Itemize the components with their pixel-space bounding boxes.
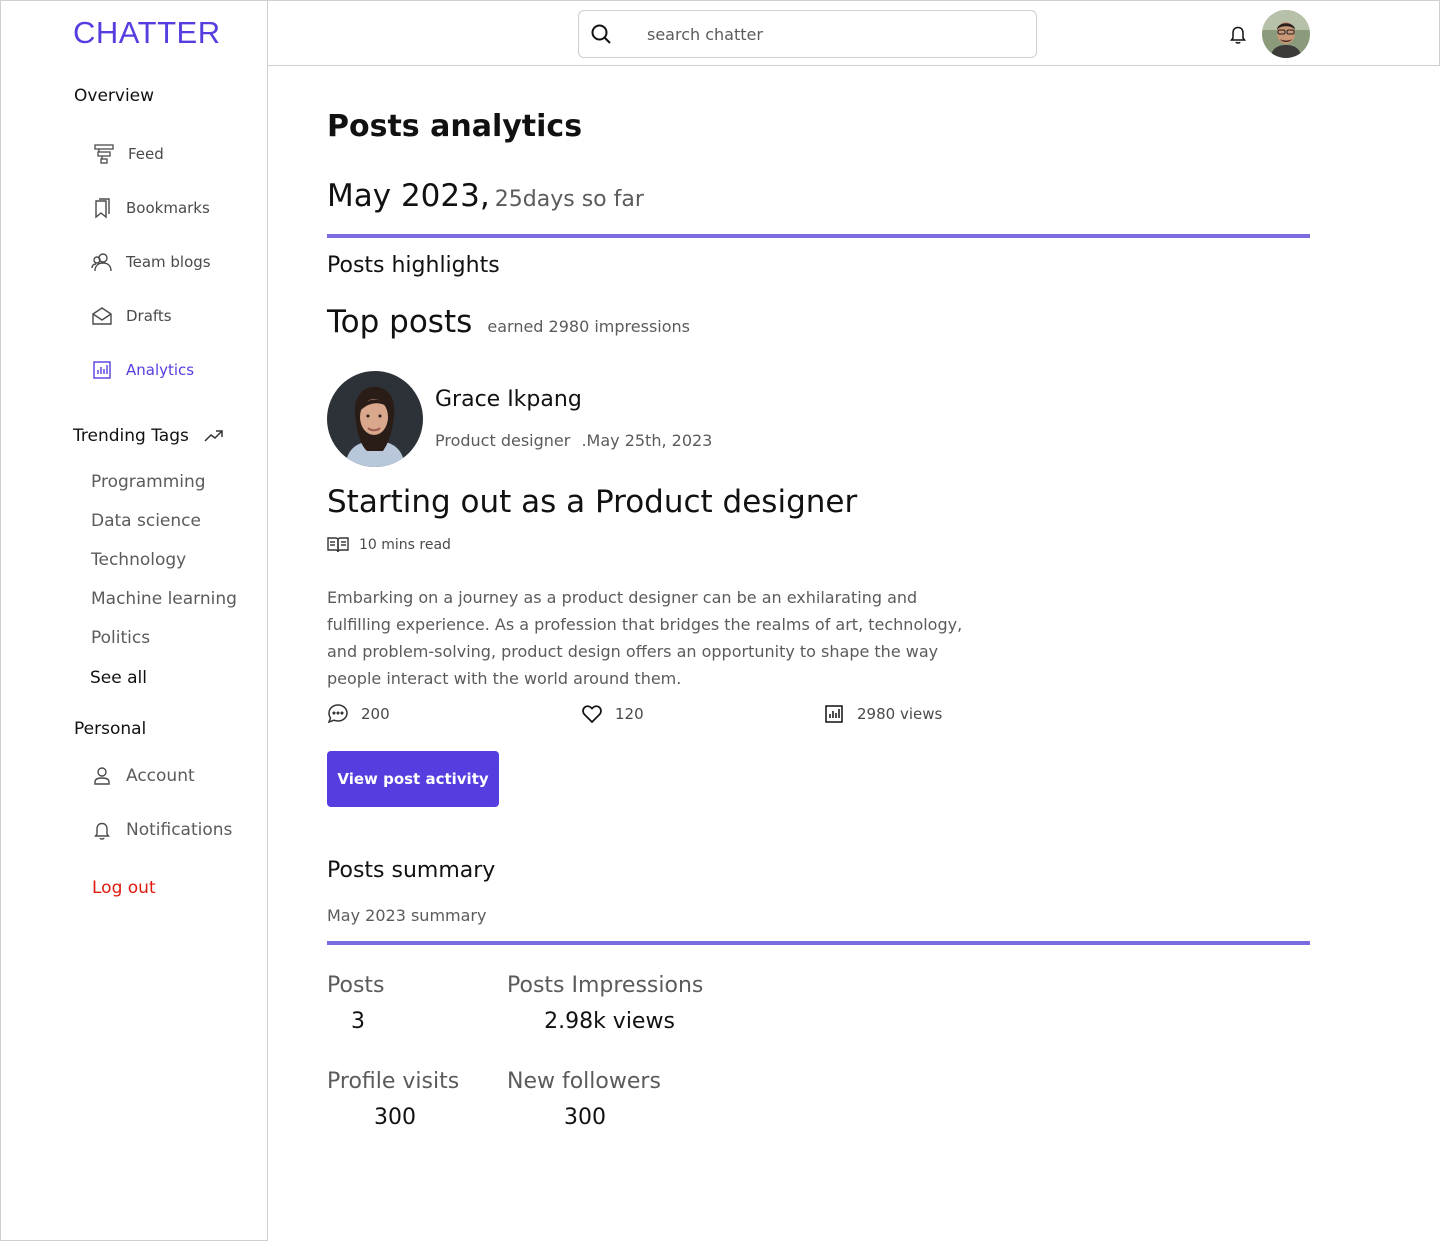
sidebar-item-label: Bookmarks	[126, 199, 210, 217]
feed-icon	[93, 143, 115, 165]
overview-title: Overview	[74, 86, 155, 106]
heart-icon	[581, 703, 603, 725]
sidebar-item-feed[interactable]: Feed	[93, 141, 164, 167]
tag-programming[interactable]: Programming	[91, 472, 206, 492]
top-posts-impressions: earned 2980 impressions	[487, 317, 690, 336]
trending-tags-label: Trending Tags	[73, 426, 189, 446]
sidebar-item-label: Analytics	[126, 361, 195, 379]
posts-summary-title: Posts summary	[327, 858, 496, 883]
search-input[interactable]	[647, 24, 1007, 44]
views-count: 2980 views	[857, 705, 943, 723]
team-icon	[91, 251, 113, 273]
comment-icon	[327, 703, 349, 725]
sidebar-item-account[interactable]: Account	[91, 763, 195, 789]
user-avatar[interactable]	[1262, 10, 1310, 58]
trending-tags-title: Trending Tags	[73, 426, 225, 446]
metric-value-profile-visits: 300	[374, 1105, 416, 1130]
top-posts-heading: Top posts earned 2980 impressions	[327, 304, 690, 340]
period-days-so-far: 25days so far	[494, 187, 644, 212]
logout-link[interactable]: Log out	[92, 878, 156, 898]
comments-stat[interactable]: 200	[327, 703, 390, 725]
divider	[327, 234, 1310, 238]
divider	[327, 941, 1310, 945]
sidebar-item-team-blogs[interactable]: Team blogs	[91, 249, 211, 275]
top-posts-title: Top posts	[327, 304, 473, 340]
metric-label-posts: Posts	[327, 973, 385, 998]
views-stat[interactable]: 2980 views	[823, 703, 942, 725]
read-time-label: 10 mins read	[359, 537, 451, 553]
likes-stat[interactable]: 120	[581, 703, 644, 725]
top-header	[268, 0, 1440, 66]
posts-highlights-title: Posts highlights	[327, 253, 500, 278]
period-month: May 2023,	[327, 178, 490, 214]
sidebar-item-label: Notifications	[126, 820, 233, 840]
user-icon	[91, 765, 113, 787]
sidebar-item-analytics[interactable]: Analytics	[91, 357, 194, 383]
sidebar-item-label: Drafts	[126, 307, 172, 325]
logo[interactable]: CHATTER	[73, 15, 221, 51]
metric-label-new-followers: New followers	[507, 1069, 661, 1094]
tag-data-science[interactable]: Data science	[91, 511, 201, 531]
search-bar[interactable]	[578, 10, 1037, 58]
sidebar-item-label: Account	[126, 766, 195, 786]
post-title[interactable]: Starting out as a Product designer	[327, 484, 857, 520]
metric-label-profile-visits: Profile visits	[327, 1069, 460, 1094]
metric-label-impressions: Posts Impressions	[507, 973, 704, 998]
comments-count: 200	[361, 705, 390, 723]
author-avatar[interactable]	[327, 371, 423, 467]
sidebar: CHATTER Overview Feed Bookmarks Team blo…	[0, 0, 268, 1241]
sidebar-item-label: Feed	[128, 145, 164, 163]
page-title: Posts analytics	[327, 109, 583, 144]
author-role: Product designer	[435, 431, 571, 450]
post-excerpt: Embarking on a journey as a product desi…	[327, 588, 963, 688]
tag-machine-learning[interactable]: Machine learning	[91, 589, 237, 609]
tag-politics[interactable]: Politics	[91, 628, 150, 648]
sidebar-item-bookmarks[interactable]: Bookmarks	[91, 195, 210, 221]
book-open-icon	[327, 536, 349, 554]
analytics-icon	[91, 359, 113, 381]
likes-count: 120	[615, 705, 644, 723]
posts-summary-subtitle: May 2023 summary	[327, 906, 487, 925]
view-post-activity-button[interactable]: View post activity	[327, 751, 499, 807]
author-meta: Product designer .May 25th, 2023	[435, 431, 712, 450]
post-date: .May 25th, 2023	[581, 431, 713, 450]
bell-icon	[91, 819, 113, 841]
personal-title: Personal	[74, 719, 147, 739]
metric-value-impressions: 2.98k views	[544, 1009, 675, 1034]
drafts-icon	[91, 305, 113, 327]
see-all-tags-link[interactable]: See all	[90, 668, 147, 688]
sidebar-item-notifications[interactable]: Notifications	[91, 817, 232, 843]
notification-bell-icon[interactable]	[1227, 23, 1249, 45]
read-time: 10 mins read	[327, 536, 451, 554]
trending-up-icon	[203, 428, 225, 444]
tag-technology[interactable]: Technology	[91, 550, 186, 570]
metric-value-posts: 3	[351, 1009, 365, 1034]
period-heading: May 2023, 25days so far	[327, 178, 644, 214]
sidebar-item-label: Team blogs	[126, 253, 211, 271]
analytics-icon	[823, 703, 845, 725]
bookmark-icon	[91, 197, 113, 219]
metric-value-new-followers: 300	[564, 1105, 606, 1130]
search-icon[interactable]	[589, 22, 613, 46]
sidebar-item-drafts[interactable]: Drafts	[91, 303, 172, 329]
author-name[interactable]: Grace Ikpang	[435, 387, 582, 412]
